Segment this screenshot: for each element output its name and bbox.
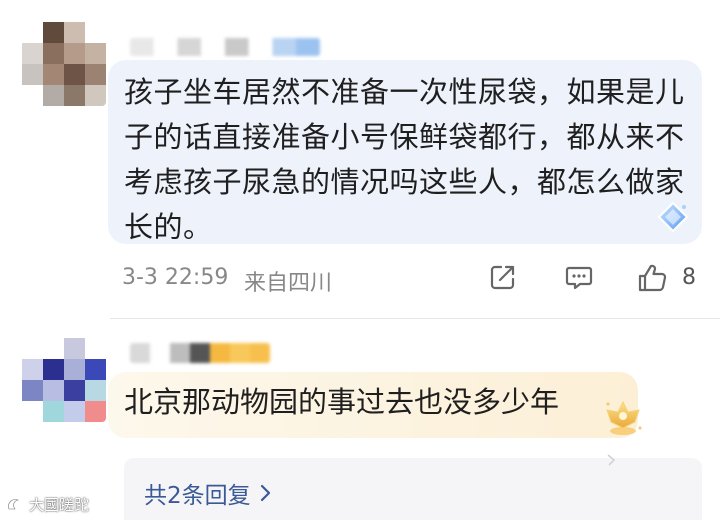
avatar-pixel [85,359,106,380]
avatar-pixel [64,338,85,359]
share-icon[interactable] [488,262,518,292]
watermark: 大國蹉跎 [6,494,89,515]
avatar-pixel [64,85,85,106]
avatar-pixel [43,380,64,401]
divider [110,318,720,319]
avatar-pixel [43,43,64,64]
avatar[interactable] [22,338,106,422]
avatar-pixel [43,359,64,380]
avatar-pixel [85,22,106,43]
like-icon[interactable] [636,262,668,294]
avatar-pixel [22,43,43,64]
username-blurred[interactable] [130,343,270,363]
avatar-pixel [22,401,43,422]
chevron-right-icon [260,484,270,502]
avatar-pixel [85,380,106,401]
comment-bubble: 孩子坐车居然不准备一次性尿袋，如果是儿子的话直接准备小号保鲜袋都行，都从来不考虑… [108,60,702,244]
comment-text: 北京那动物园的事过去也没多少年 [124,385,560,419]
avatar-pixel [22,22,43,43]
avatar-pixel [85,64,106,85]
avatar-pixel [43,401,64,422]
comment-text: 孩子坐车居然不准备一次性尿袋，如果是儿子的话直接准备小号保鲜袋都行，都从来不考虑… [124,75,685,244]
view-replies-link[interactable]: 共2条回复 [144,476,273,510]
replies-box: 共2条回复 [124,458,702,520]
avatar-pixel [64,401,85,422]
avatar-pixel [22,85,43,106]
avatar-pixel [22,338,43,359]
like-count: 8 [682,265,696,290]
diamond-badge-icon [657,201,689,233]
decorative-speck [607,454,616,466]
comment-location: 来自四川 [244,271,333,296]
avatar-pixel [64,359,85,380]
watermark-text: 大國蹉跎 [29,496,90,514]
replies-label: 共2条回复 [144,483,251,509]
avatar-pixel [64,22,85,43]
avatar[interactable] [22,22,106,106]
avatar-pixel [43,338,64,359]
comment-date: 3-3 22:59 [122,265,229,290]
avatar-pixel [64,64,85,85]
avatar-pixel [43,85,64,106]
avatar-pixel [22,64,43,85]
avatar-pixel [85,338,106,359]
avatar-pixel [64,380,85,401]
avatar-pixel [85,401,106,422]
avatar-pixel [43,22,64,43]
avatar-pixel [22,380,43,401]
avatar-pixel [85,43,106,64]
avatar-pixel [43,64,64,85]
watermark-logo-icon [8,498,25,511]
comment-meta: 3-3 22:59 来自四川 8 [122,262,702,296]
avatar-pixel [85,85,106,106]
crown-badge-icon [606,400,642,435]
avatar-pixel [22,359,43,380]
username-blurred[interactable] [130,38,320,56]
comment-icon[interactable] [564,262,594,292]
avatar-pixel [64,43,85,64]
comment-bubble: 北京那动物园的事过去也没多少年 [108,372,642,438]
